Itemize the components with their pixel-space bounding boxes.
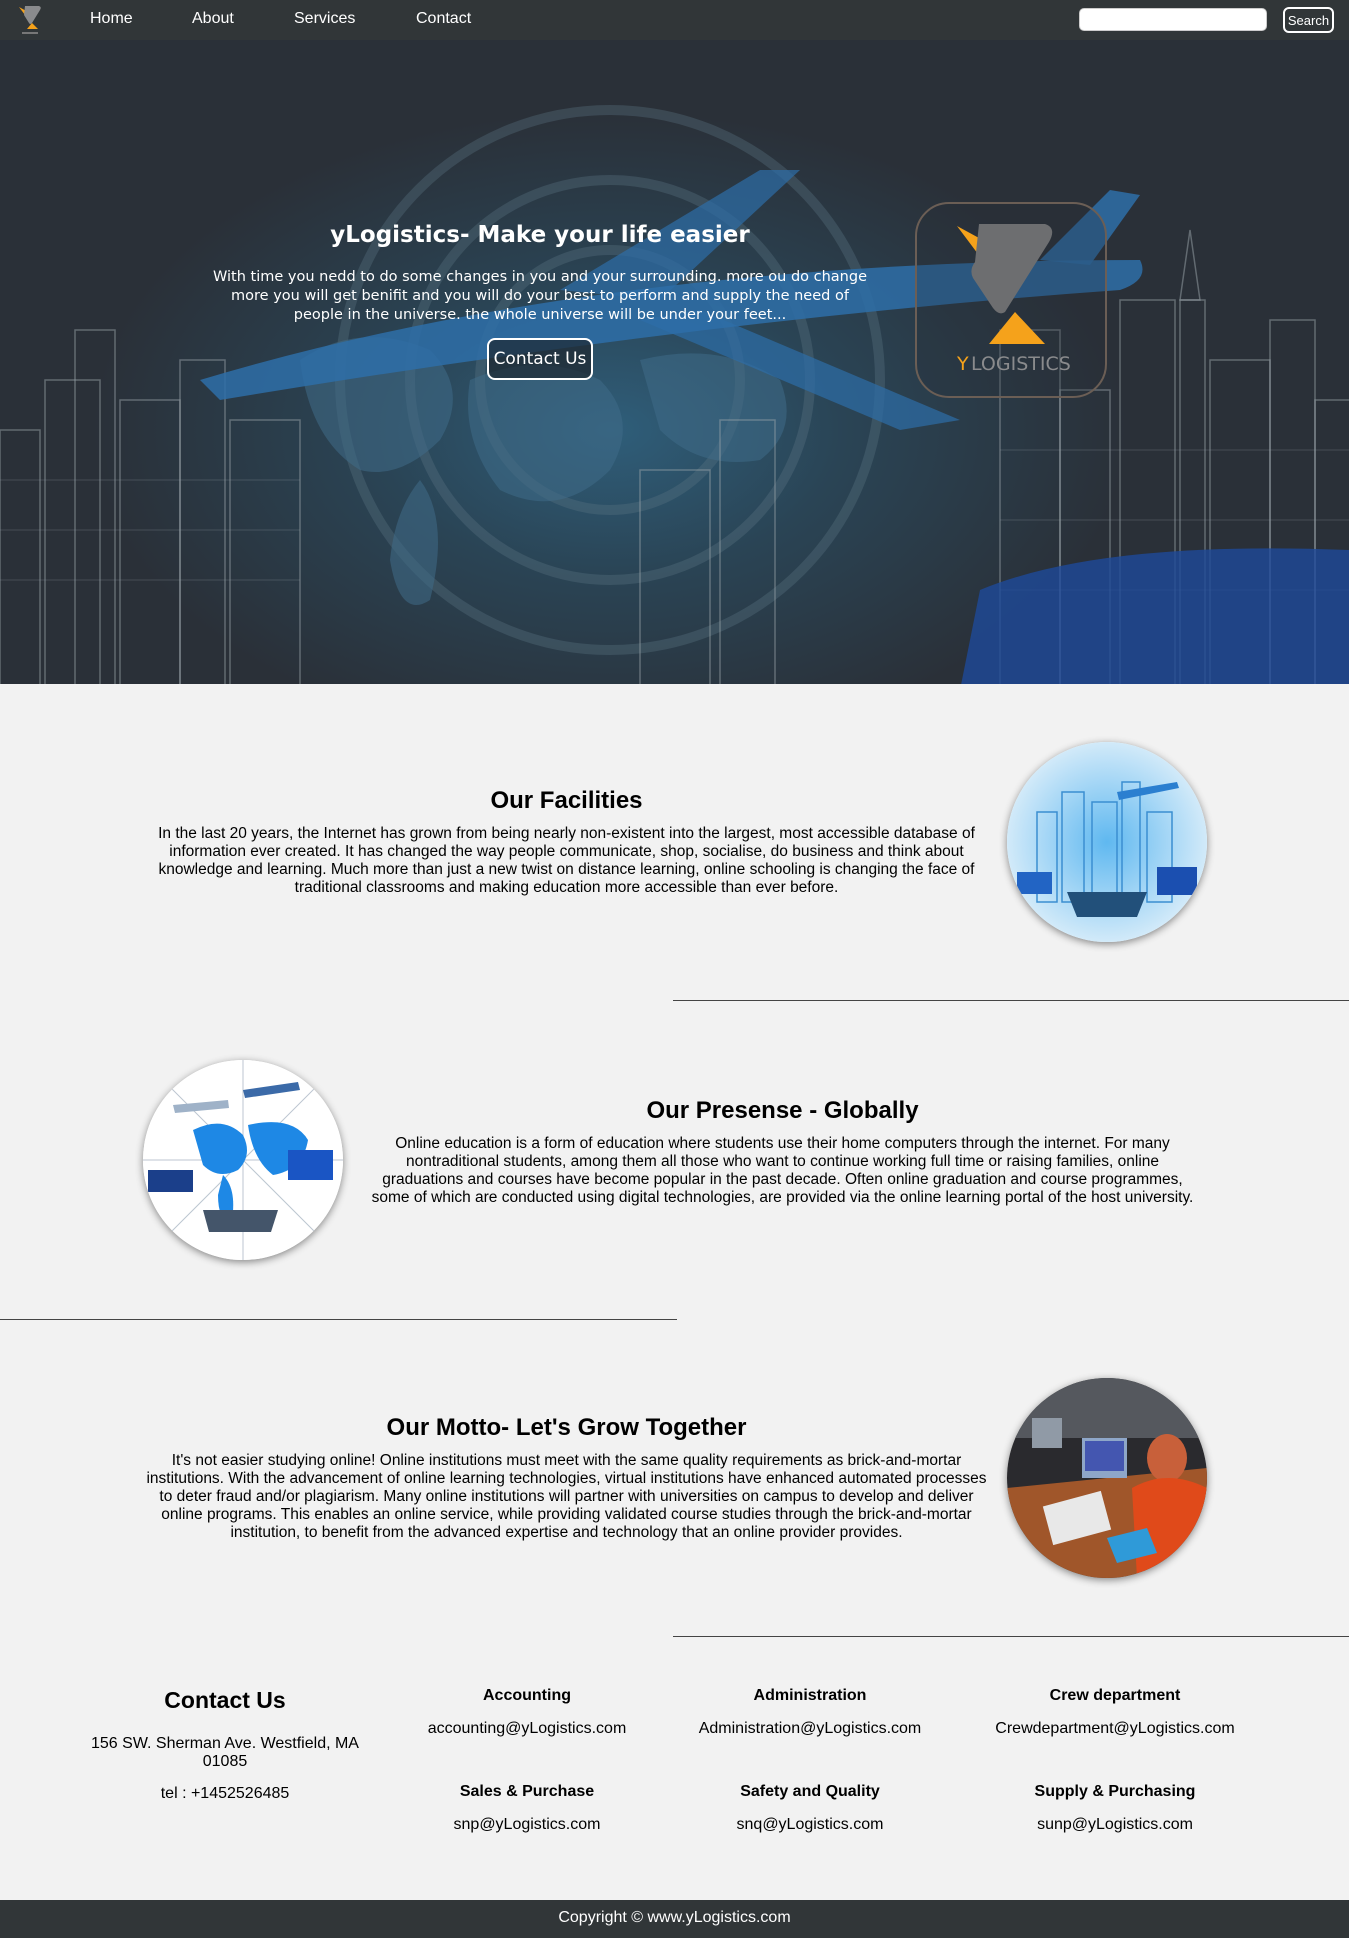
motto-title: Our Motto- Let's Grow Together [386,1414,747,1441]
motto-text: It's not easier studying online! Online … [146,1452,987,1541]
facilities-text: In the last 20 years, the Internet has g… [158,825,975,896]
dept-safety-email[interactable]: snq@yLogistics.com [670,1816,950,1834]
dept-supply-heading: Supply & Purchasing [1034,1783,1196,1800]
section-divider [673,1000,1349,1001]
section-divider [673,1636,1349,1637]
dept-accounting-email[interactable]: accounting@yLogistics.com [387,1720,667,1738]
nav-about[interactable]: About [192,10,234,28]
section-divider [0,1319,677,1320]
dept-sales-heading: Sales & Purchase [459,1783,595,1800]
dept-supply-email[interactable]: sunp@yLogistics.com [975,1816,1255,1834]
hero-description: With time you nedd to do some changes in… [213,269,867,323]
dept-crew-heading: Crew department [1049,1687,1181,1704]
contact-us-button[interactable]: Contact Us [487,338,593,380]
nav-services[interactable]: Services [294,10,355,28]
logo-letter-y: Y [956,353,969,375]
dept-administration-email[interactable]: Administration@yLogistics.com [670,1720,950,1738]
world-map-illustration [143,1060,343,1260]
brand-logo-icon[interactable] [15,3,45,37]
search-button[interactable]: Search [1283,7,1334,33]
dept-administration-heading: Administration [753,1687,867,1704]
facilities-title: Our Facilities [490,787,643,814]
hero-background-image [0,105,1349,684]
nav-home[interactable]: Home [90,10,133,28]
ylogistics-logo-icon: Y LOGISTICS [956,224,1071,375]
hero-title: yLogistics- Make your life easier [330,222,750,248]
dept-safety-heading: Safety and Quality [740,1783,880,1800]
search-input[interactable] [1079,8,1267,31]
ylogistics-logo-tile: Y LOGISTICS [915,202,1107,398]
footer: Copyright © www.yLogistics.com [0,1900,1349,1938]
global-presence-title: Our Presense - Globally [646,1097,919,1124]
facilities-image [1007,742,1207,942]
logo-wordmark: LOGISTICS [971,353,1071,375]
city-logistics-illustration [1007,742,1207,942]
contact-address: 156 SW. Sherman Ave. Westfield, MA 01085 [91,1735,359,1770]
dept-accounting-heading: Accounting [483,1687,571,1704]
copyright-text: Copyright © www.yLogistics.com [558,1909,791,1926]
dept-crew-email[interactable]: Crewdepartment@yLogistics.com [975,1720,1255,1738]
motto-image [1007,1378,1207,1578]
global-presence-image [143,1060,343,1260]
top-navbar: Home About Services Contact Search [0,0,1349,40]
hero-section: yLogistics- Make your life easier With t… [0,0,1349,684]
global-presence-text: Online education is a form of education … [371,1135,1194,1206]
contact-title: Contact Us [164,1687,286,1713]
contact-phone: tel : +1452526485 [160,1785,290,1802]
dept-sales-email[interactable]: snp@yLogistics.com [387,1816,667,1834]
office-workers-photo [1007,1378,1207,1578]
nav-contact[interactable]: Contact [416,10,471,28]
